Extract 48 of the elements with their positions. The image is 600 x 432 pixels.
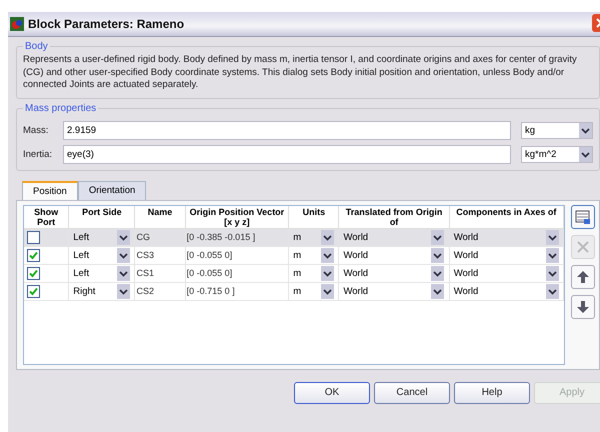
column-header: Origin Position Vector [x y z] [185, 206, 289, 228]
table-cell: [0 -0.055 0] [186, 268, 232, 278]
dropdown[interactable]: World [340, 282, 444, 300]
input-field[interactable]: 2.9159 [63, 120, 511, 140]
table-cell: [0 -0.385 -0.015 ] [186, 232, 256, 242]
close-icon [576, 240, 590, 254]
tab[interactable]: Position [22, 180, 78, 200]
group-title: Mass properties [24, 102, 98, 114]
up-arrow-icon [576, 270, 590, 284]
field-label: Mass: [23, 124, 50, 136]
down-button[interactable] [571, 294, 595, 318]
checkbox[interactable] [27, 284, 40, 298]
group-title: Body [24, 41, 49, 52]
column-header: Components in Axes of [449, 206, 564, 228]
window-title: Block Parameters: Rameno [28, 17, 184, 31]
description-text: Represents a user-defined rigid body. Body defined by mass m, inertia tensor I, and coordinate origins and axes for center of gravity (CG) and other user-specified Body coordinate systems. This dialog sets Body initial position and orientation, unless Body and/or connected Joints are actuated separately. [23, 54, 578, 92]
column-header: Units [288, 206, 339, 228]
dropdown[interactable]: World [450, 282, 559, 300]
dialog-button[interactable]: Help [454, 382, 530, 404]
unit-dropdown[interactable]: kg [521, 122, 593, 138]
add-button[interactable] [571, 204, 595, 228]
checkbox[interactable] [27, 266, 40, 280]
dropdown[interactable]: World [450, 264, 559, 282]
table-cell: CS1 [136, 268, 154, 278]
unit-dropdown[interactable]: kg*m^2 [521, 146, 593, 162]
tab[interactable]: Orientation [78, 180, 146, 200]
table-cell: [0 -0.055 0] [186, 250, 232, 260]
table-cell: CS3 [136, 250, 154, 260]
checkbox[interactable] [27, 248, 40, 262]
dialog-button[interactable]: Cancel [374, 382, 450, 404]
dropdown[interactable]: World [340, 246, 444, 264]
add-row-icon [575, 208, 591, 224]
dropdown[interactable]: World [450, 246, 559, 264]
dialog-button[interactable]: OK [294, 382, 370, 404]
column-header: Translated from Origin of [338, 206, 450, 228]
table-cell: [0 -0.715 0 ] [186, 286, 235, 296]
column-header: Show Port [24, 206, 69, 228]
dropdown[interactable]: World [340, 264, 444, 282]
input-field[interactable]: eye(3) [63, 144, 511, 164]
table-cell: CS2 [136, 286, 154, 296]
column-header: Name [134, 206, 186, 228]
down-arrow-icon [576, 300, 590, 314]
table-cell: CG [136, 232, 150, 242]
field-label: Inertia: [23, 148, 54, 160]
column-header: Port Side [68, 206, 135, 228]
up-button[interactable] [571, 264, 595, 288]
checkbox[interactable] [27, 230, 40, 244]
app-icon [10, 17, 24, 31]
